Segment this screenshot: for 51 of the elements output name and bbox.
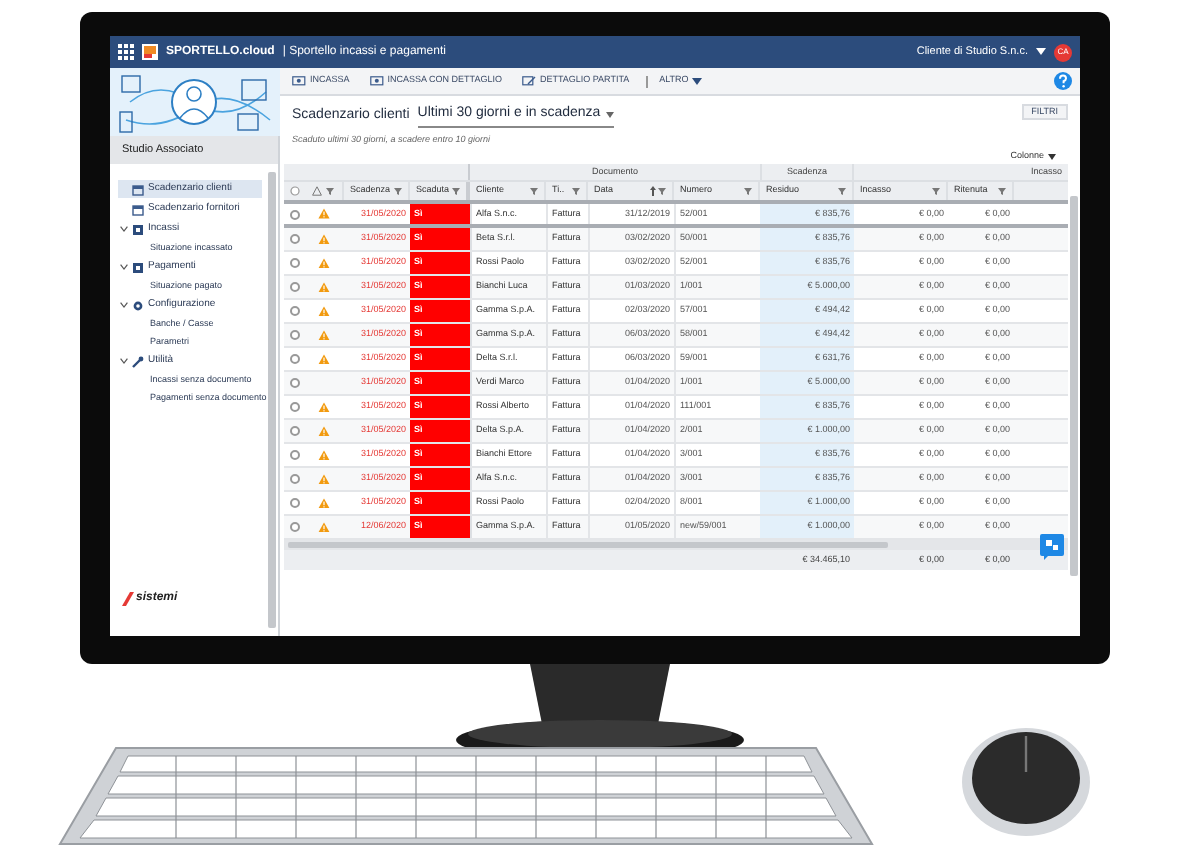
row-radio[interactable] bbox=[289, 209, 299, 219]
row-radio[interactable] bbox=[289, 426, 299, 436]
row-radio[interactable] bbox=[289, 522, 299, 532]
chevron-icon bbox=[120, 302, 128, 308]
chevron-icon bbox=[120, 226, 128, 232]
filter-icon bbox=[394, 187, 402, 195]
caret-icon bbox=[692, 77, 703, 85]
tools-icon bbox=[132, 355, 144, 367]
row-radio[interactable] bbox=[289, 378, 299, 388]
chevron-icon bbox=[120, 264, 128, 270]
settings-icon bbox=[132, 299, 144, 311]
schedule-icon bbox=[132, 183, 144, 195]
filter-icon bbox=[932, 187, 940, 195]
row-radio[interactable] bbox=[289, 282, 299, 292]
filter-icon bbox=[572, 187, 580, 195]
filter-icon bbox=[658, 187, 666, 195]
caret-icon bbox=[1036, 48, 1046, 56]
cash-icon bbox=[132, 223, 144, 235]
filter-icon bbox=[838, 187, 846, 195]
chevron-icon bbox=[120, 358, 128, 364]
logo-mark-icon bbox=[122, 592, 134, 606]
row-radio[interactable] bbox=[289, 330, 299, 340]
scrollbar[interactable] bbox=[268, 172, 276, 628]
row-radio[interactable] bbox=[289, 234, 299, 244]
row-radio[interactable] bbox=[289, 402, 299, 412]
filter-icon bbox=[326, 187, 334, 195]
row-radio[interactable] bbox=[289, 354, 299, 364]
filter-icon bbox=[452, 187, 460, 195]
edit-icon bbox=[521, 76, 536, 86]
chat-icon[interactable] bbox=[1040, 534, 1064, 560]
filter-icon bbox=[998, 187, 1006, 195]
row-radio[interactable] bbox=[289, 474, 299, 484]
grid-menu-icon[interactable] bbox=[118, 44, 134, 60]
sort-up-icon bbox=[650, 186, 656, 196]
warning-outline-icon bbox=[312, 186, 322, 196]
logo-icon bbox=[142, 44, 158, 60]
schedule-icon bbox=[132, 203, 144, 215]
cash-icon bbox=[369, 76, 384, 86]
help-icon[interactable] bbox=[1054, 72, 1072, 90]
filter-icon bbox=[530, 187, 538, 195]
scrollbar[interactable] bbox=[1070, 196, 1078, 576]
cash-icon bbox=[132, 261, 144, 273]
radio-icon bbox=[289, 186, 299, 196]
row-radio[interactable] bbox=[289, 258, 299, 268]
row-radio[interactable] bbox=[289, 450, 299, 460]
caret-icon bbox=[606, 111, 615, 118]
filter-icon bbox=[744, 187, 752, 195]
row-radio[interactable] bbox=[289, 498, 299, 508]
row-radio[interactable] bbox=[289, 306, 299, 316]
caret-icon bbox=[1048, 153, 1056, 159]
cash-icon bbox=[292, 76, 306, 86]
